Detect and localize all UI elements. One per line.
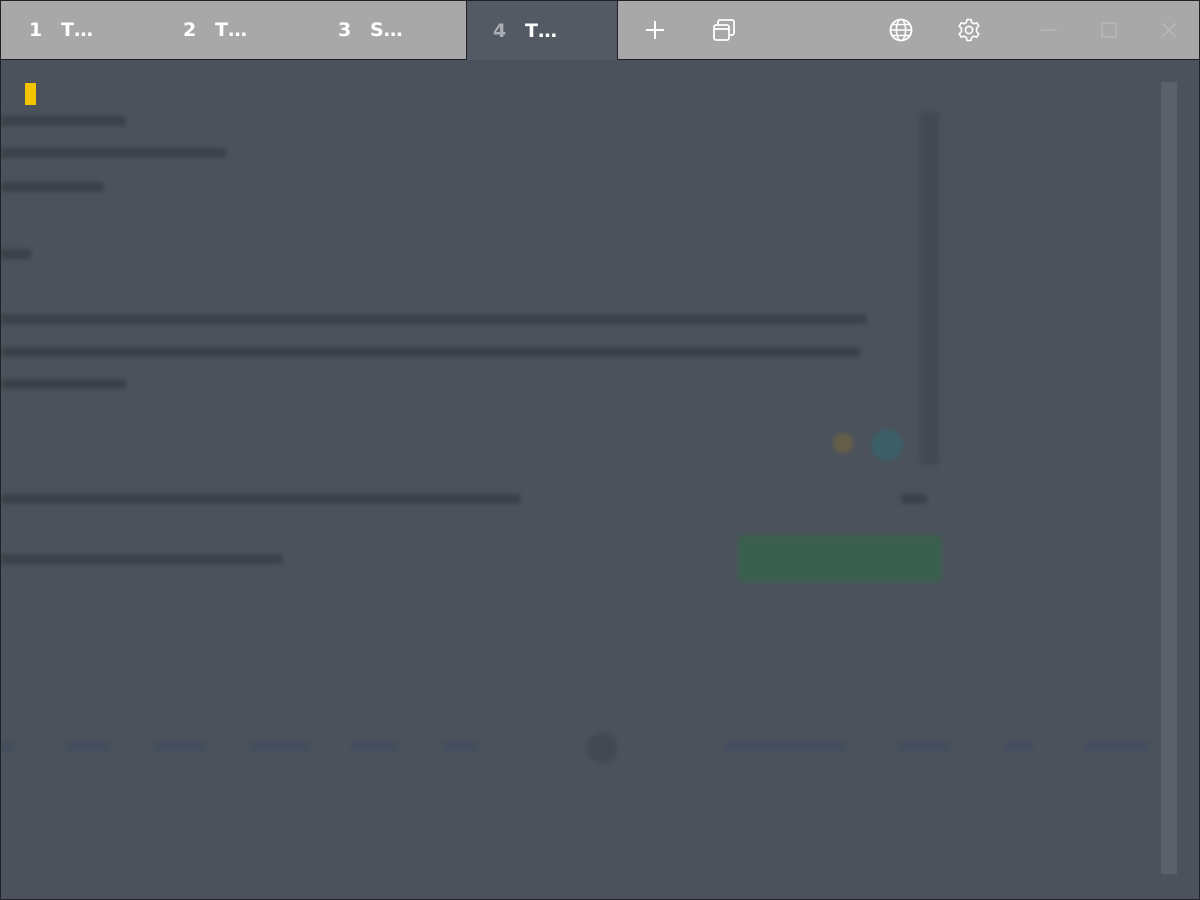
terminal-window: 1 T… 2 T… 3 S… 4 T… <box>0 0 1200 900</box>
tab-3[interactable]: 3 S… <box>338 1 466 59</box>
terminal-scrollbar[interactable] <box>1161 82 1177 874</box>
tab-title: T… <box>61 19 93 41</box>
tab-title: T… <box>525 19 557 42</box>
tab-number: 2 <box>183 19 197 41</box>
maximize-button[interactable] <box>1081 1 1137 59</box>
settings-button[interactable] <box>941 1 997 59</box>
gear-icon <box>958 18 980 42</box>
title-bar: 1 T… 2 T… 3 S… 4 T… <box>1 1 1199 60</box>
close-button[interactable] <box>1141 1 1197 59</box>
terminal-cursor <box>25 83 36 105</box>
close-icon <box>1161 22 1177 38</box>
maximize-icon <box>1101 22 1117 38</box>
tab-number: 4 <box>493 19 507 42</box>
tab-2[interactable]: 2 T… <box>183 1 311 59</box>
tab-4-active[interactable]: 4 T… <box>466 1 618 60</box>
tab-number: 1 <box>29 19 43 41</box>
tab-title: T… <box>215 19 247 41</box>
duplicate-window-icon <box>713 19 735 41</box>
minimize-button[interactable] <box>1021 1 1077 59</box>
minimize-icon <box>1041 29 1057 31</box>
plus-icon <box>646 21 664 39</box>
tab-number: 3 <box>338 19 352 41</box>
duplicate-window-button[interactable] <box>696 1 752 59</box>
tab-title: S… <box>370 19 403 41</box>
new-tab-button[interactable] <box>627 1 683 59</box>
globe-icon <box>889 18 913 42</box>
globe-button[interactable] <box>873 1 929 59</box>
tab-1[interactable]: 1 T… <box>29 1 157 59</box>
background-page-blurred <box>1 1 1199 899</box>
